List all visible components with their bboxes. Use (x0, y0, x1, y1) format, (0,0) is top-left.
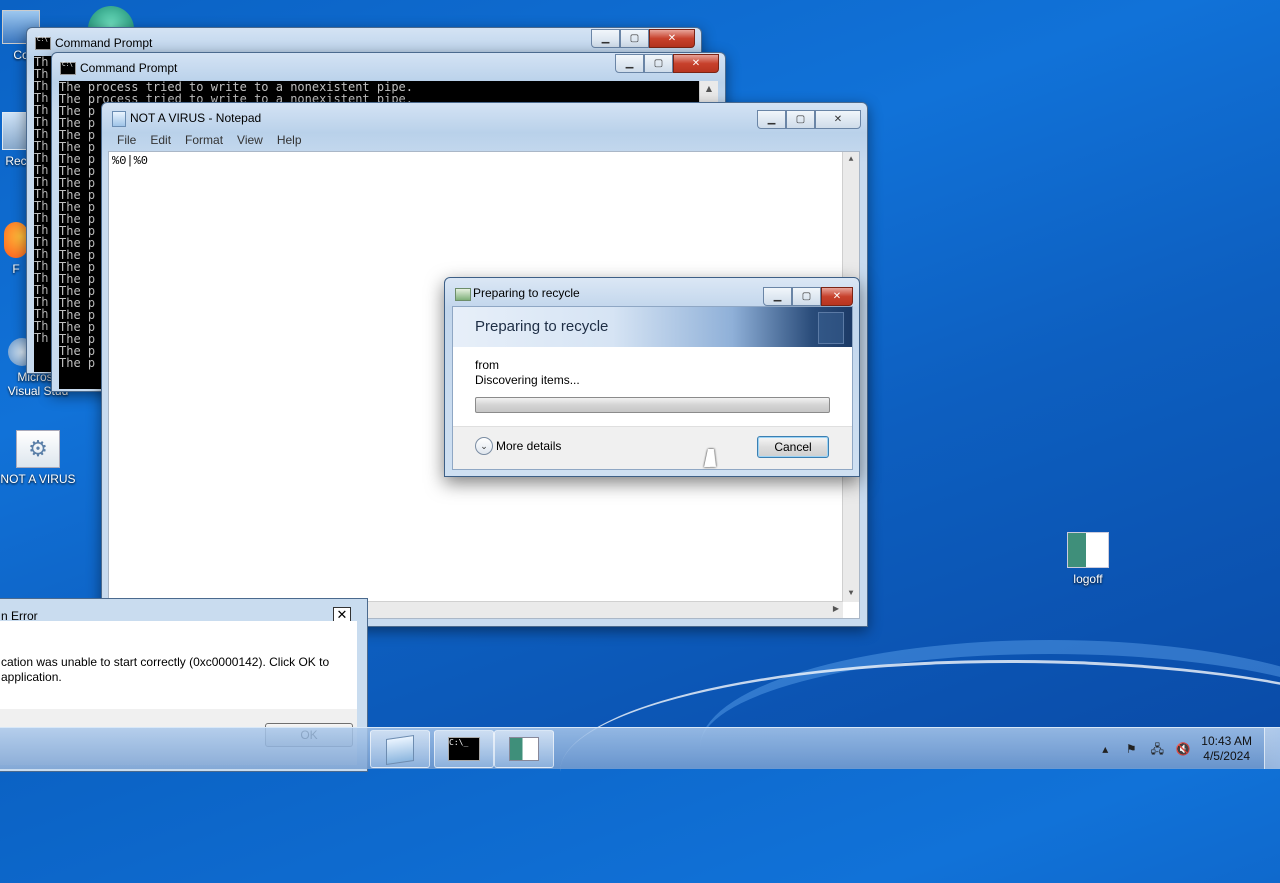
more-details-button[interactable]: ⌄ More details (475, 437, 561, 455)
from-label: from (475, 358, 499, 372)
status-text: Discovering items... (475, 373, 580, 387)
firefox-icon (4, 222, 28, 258)
maximize-button[interactable]: ▢ (792, 287, 821, 306)
command-prompt-icon (35, 36, 51, 50)
taskbar: C:\_ ▴ ⚑ 🖧 🔇 10:43 AM 4/5/2024 (0, 727, 1280, 769)
clock-time: 10:43 AM (1201, 733, 1252, 748)
window-title: NOT A VIRUS - Notepad (130, 111, 262, 125)
desktop-icon-label: Rec (5, 154, 27, 168)
maximize-button[interactable]: ▢ (644, 54, 673, 73)
window-title: Command Prompt (80, 61, 178, 75)
taskbar-notepad-button[interactable] (370, 730, 430, 768)
network-icon[interactable]: 🖧 (1149, 741, 1165, 757)
file-operation-icon (509, 737, 539, 761)
minimize-button[interactable]: ▁ (763, 287, 792, 306)
recycle-dialog-icon (455, 288, 471, 301)
recycle-progress-dialog[interactable]: Preparing to recycle ▁ ▢ ✕ Preparing to … (444, 277, 860, 477)
maximize-button[interactable]: ▢ (786, 110, 815, 129)
desktop-icon-label: logoff (1073, 572, 1103, 586)
volume-muted-icon[interactable]: 🔇 (1175, 741, 1191, 757)
desktop-icon-label: NOT A VIRUS (0, 472, 76, 486)
taskbar-command-prompt-button[interactable]: C:\_ (434, 730, 494, 768)
logoff-shortcut-icon (1067, 532, 1109, 568)
close-button[interactable]: ✕ (673, 54, 719, 73)
more-details-label: More details (496, 439, 562, 453)
command-prompt-icon: C:\_ (448, 737, 480, 761)
dialog-title: Preparing to recycle (473, 286, 580, 300)
minimize-button[interactable]: ▁ (757, 110, 786, 129)
close-button[interactable]: ✕ (649, 29, 695, 48)
header-decoration (818, 312, 844, 344)
menu-bar: File Edit Format View Help (110, 131, 309, 151)
window-title: Command Prompt (55, 36, 153, 50)
notepad-icon (112, 111, 126, 127)
show-desktop-button[interactable] (1264, 728, 1280, 769)
dialog-footer: ⌄ More details Cancel (453, 426, 852, 469)
title-bar[interactable]: Preparing to recycle ▁ ▢ ✕ (445, 278, 859, 306)
desktop-icon-logoff[interactable]: logoff (1050, 532, 1126, 586)
close-button[interactable]: ✕ (821, 287, 853, 306)
menu-view[interactable]: View (230, 131, 270, 151)
editor-content: %0|%0 (112, 154, 149, 168)
maximize-button[interactable]: ▢ (620, 29, 649, 48)
close-button[interactable]: ✕ (815, 110, 861, 129)
taskbar-recycle-progress-button[interactable] (494, 730, 554, 768)
menu-file[interactable]: File (110, 131, 143, 151)
menu-help[interactable]: Help (270, 131, 309, 151)
error-body: cation was unable to start correctly (0x… (0, 621, 357, 709)
show-hidden-icons-icon[interactable]: ▴ (1097, 741, 1113, 757)
progress-bar (475, 397, 830, 413)
desktop-icon-not-a-virus[interactable]: ⚙ NOT A VIRUS (0, 430, 76, 486)
error-message-line-1: cation was unable to start correctly (0x… (1, 655, 330, 669)
dialog-heading: Preparing to recycle (475, 318, 609, 335)
scroll-up-arrow-icon[interactable]: ▲ (700, 81, 718, 97)
title-bar[interactable]: Command Prompt ▁ ▢ ✕ (52, 53, 725, 81)
dialog-header: Preparing to recycle (453, 307, 852, 347)
notepad-icon (386, 735, 414, 765)
title-bar[interactable]: NOT A VIRUS - Notepad ▁ ▢ ✕ (102, 103, 867, 131)
error-message-line-2: application. (1, 670, 62, 684)
action-center-flag-icon[interactable]: ⚑ (1123, 741, 1139, 757)
cancel-button[interactable]: Cancel (757, 436, 829, 458)
scroll-up-arrow-icon[interactable]: ▲ (843, 152, 859, 168)
minimize-button[interactable]: ▁ (615, 54, 644, 73)
system-tray: ▴ ⚑ 🖧 🔇 10:43 AM 4/5/2024 (1097, 728, 1252, 769)
minimize-button[interactable]: ▁ (591, 29, 620, 48)
menu-edit[interactable]: Edit (143, 131, 178, 151)
clock-date: 4/5/2024 (1203, 748, 1250, 763)
command-prompt-icon (60, 61, 76, 75)
menu-format[interactable]: Format (178, 131, 230, 151)
scroll-down-arrow-icon[interactable]: ▼ (843, 586, 859, 602)
clock[interactable]: 10:43 AM 4/5/2024 (1201, 734, 1252, 764)
chevron-down-icon: ⌄ (475, 437, 493, 455)
scroll-right-arrow-icon[interactable]: ▶ (833, 602, 839, 618)
desktop-icon-label: F (12, 262, 20, 276)
batch-file-icon: ⚙ (16, 430, 60, 468)
